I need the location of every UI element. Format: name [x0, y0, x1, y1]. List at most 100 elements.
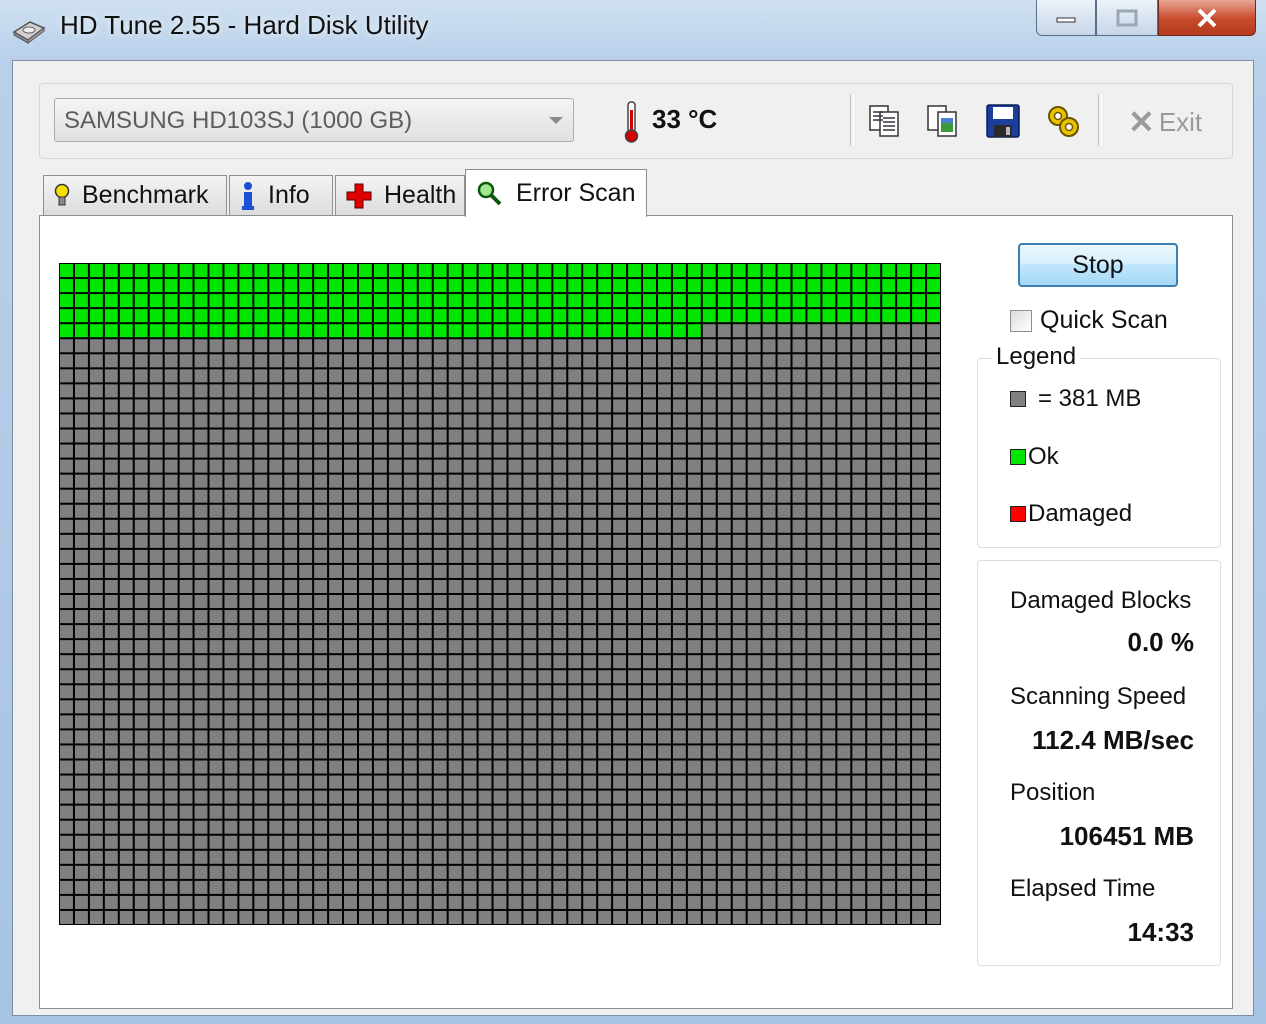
block-ok	[687, 294, 701, 308]
close-button[interactable]	[1158, 0, 1256, 36]
title-bar[interactable]: HD Tune 2.55 - Hard Disk Utility	[0, 0, 1266, 58]
block-ok	[74, 294, 88, 308]
block-unscanned	[284, 895, 298, 909]
block-unscanned	[508, 700, 522, 714]
block-unscanned	[194, 865, 208, 879]
tab-error-scan[interactable]: Error Scan	[465, 169, 647, 217]
block-unscanned	[224, 700, 238, 714]
tab-health[interactable]: Health	[335, 175, 465, 215]
block-unscanned	[852, 790, 866, 804]
block-unscanned	[284, 534, 298, 548]
block-unscanned	[822, 414, 836, 428]
block-unscanned	[463, 685, 477, 699]
block-unscanned	[478, 640, 492, 654]
block-unscanned	[508, 655, 522, 669]
block-unscanned	[388, 444, 402, 458]
block-unscanned	[553, 820, 567, 834]
block-unscanned	[388, 489, 402, 503]
copy-text-icon[interactable]	[866, 102, 904, 140]
block-unscanned	[643, 805, 656, 819]
block-unscanned	[777, 489, 791, 503]
tab-benchmark[interactable]: Benchmark	[43, 175, 227, 215]
block-unscanned	[807, 610, 821, 624]
stop-button[interactable]: Stop	[1018, 243, 1178, 287]
block-unscanned	[762, 805, 776, 819]
block-ok	[732, 294, 746, 308]
exit-button[interactable]: ✕ Exit	[1128, 102, 1202, 142]
block-unscanned	[702, 700, 716, 714]
block-unscanned	[553, 670, 567, 684]
block-unscanned	[478, 489, 492, 503]
block-unscanned	[463, 549, 477, 563]
block-unscanned	[777, 760, 791, 774]
block-unscanned	[568, 865, 582, 879]
block-ok	[194, 279, 208, 293]
block-unscanned	[628, 805, 642, 819]
block-unscanned	[583, 775, 597, 789]
block-ok	[732, 264, 746, 278]
block-unscanned	[852, 655, 866, 669]
block-unscanned	[747, 504, 761, 518]
block-unscanned	[777, 369, 791, 383]
tab-info[interactable]: Info	[229, 175, 333, 215]
block-ok	[463, 279, 477, 293]
block-ok	[254, 264, 268, 278]
block-ok	[762, 294, 776, 308]
block-unscanned	[822, 459, 836, 473]
block-unscanned	[867, 910, 881, 924]
options-icon[interactable]	[1044, 102, 1082, 140]
block-unscanned	[613, 444, 627, 458]
block-unscanned	[613, 369, 627, 383]
block-unscanned	[119, 685, 133, 699]
block-unscanned	[613, 850, 627, 864]
block-unscanned	[179, 414, 193, 428]
block-unscanned	[657, 835, 671, 849]
block-unscanned	[897, 354, 911, 368]
block-unscanned	[927, 564, 940, 578]
block-unscanned	[822, 865, 836, 879]
block-unscanned	[254, 640, 268, 654]
quick-scan-checkbox[interactable]	[1010, 309, 1032, 332]
block-unscanned	[478, 354, 492, 368]
block-unscanned	[762, 715, 776, 729]
block-unscanned	[179, 474, 193, 488]
block-ok	[807, 309, 821, 323]
block-unscanned	[568, 414, 582, 428]
block-unscanned	[792, 895, 806, 909]
block-unscanned	[523, 504, 537, 518]
maximize-button[interactable]	[1096, 0, 1158, 36]
block-unscanned	[867, 820, 881, 834]
minimize-button[interactable]	[1036, 0, 1096, 36]
block-unscanned	[119, 790, 133, 804]
block-unscanned	[717, 715, 731, 729]
copy-image-icon[interactable]	[924, 102, 962, 140]
block-unscanned	[254, 850, 268, 864]
block-unscanned	[807, 685, 821, 699]
block-unscanned	[538, 910, 552, 924]
block-unscanned	[403, 670, 417, 684]
block-unscanned	[179, 384, 193, 398]
maximize-icon	[1116, 9, 1138, 26]
block-unscanned	[149, 625, 163, 639]
block-unscanned	[747, 850, 761, 864]
block-unscanned	[403, 549, 417, 563]
block-unscanned	[89, 384, 103, 398]
block-unscanned	[329, 880, 343, 894]
block-ok	[344, 309, 357, 323]
block-ok	[628, 294, 642, 308]
block-ok	[732, 309, 746, 323]
block-unscanned	[912, 459, 926, 473]
quick-scan-option[interactable]: Quick Scan	[1010, 306, 1168, 335]
block-ok	[523, 294, 537, 308]
block-ok	[882, 294, 896, 308]
block-unscanned	[134, 519, 148, 533]
block-unscanned	[314, 640, 328, 654]
toolbar-separator	[850, 94, 854, 146]
block-unscanned	[403, 865, 417, 879]
block-unscanned	[358, 760, 372, 774]
block-unscanned	[60, 354, 73, 368]
drive-select[interactable]: SAMSUNG HD103SJ (1000 GB)	[54, 98, 574, 142]
block-unscanned	[403, 655, 417, 669]
save-icon[interactable]	[984, 102, 1022, 140]
block-unscanned	[254, 820, 268, 834]
